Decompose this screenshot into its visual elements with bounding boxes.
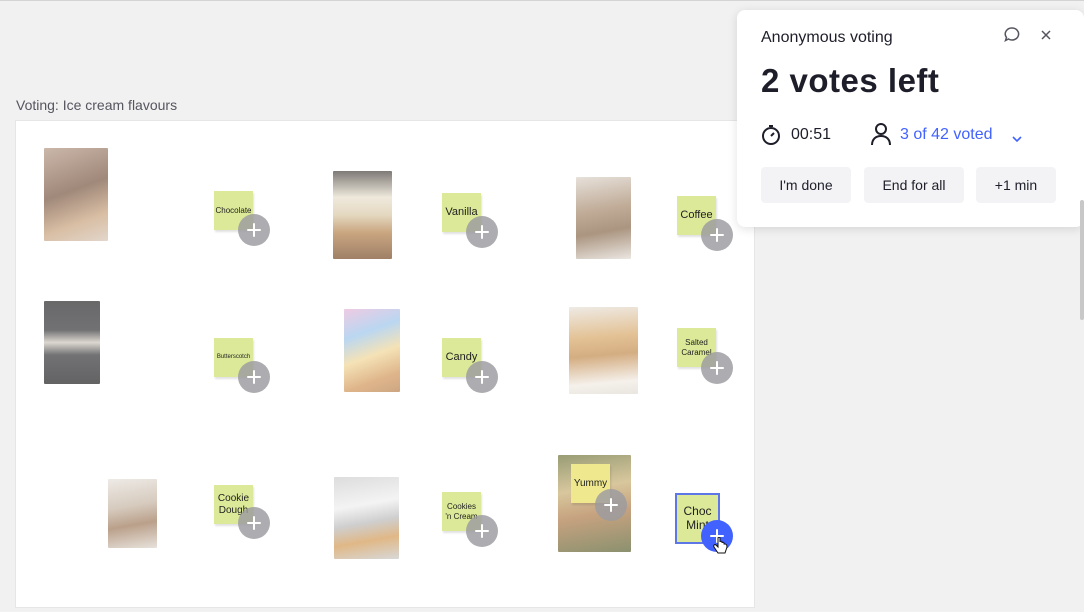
photo-chocolate-cone [44, 148, 108, 241]
user-icon [870, 122, 892, 151]
sticky-label: Chocolate [215, 205, 252, 215]
vote-add-button[interactable] [466, 361, 498, 393]
end-for-all-button[interactable]: End for all [864, 167, 964, 203]
vote-add-button[interactable] [238, 214, 270, 246]
photo-dark-cone [44, 301, 100, 384]
comment-icon[interactable] [1003, 26, 1021, 49]
frame-title[interactable]: Voting: Ice cream flavours [16, 97, 177, 113]
chevron-down-icon[interactable] [1012, 130, 1022, 148]
vote-add-button[interactable] [701, 352, 733, 384]
timer: 00:51 [791, 126, 832, 143]
panel-title: Anonymous voting [761, 29, 893, 46]
sticky-label: Butterscotch [216, 354, 251, 361]
sticky-label: Coffee [680, 209, 713, 222]
timer-icon [761, 124, 781, 151]
photo-cookie-dough-cone [108, 479, 157, 548]
voting-panel: Anonymous voting 2 votes left 00:51 3 of… [737, 10, 1084, 227]
top-divider [0, 0, 1084, 1]
photo-candy-cone [344, 309, 400, 392]
photo-coffee-cone [576, 177, 631, 259]
im-done-button[interactable]: I'm done [761, 167, 851, 203]
vote-add-button[interactable] [466, 216, 498, 248]
vote-add-button[interactable] [701, 219, 733, 251]
voted-count[interactable]: 3 of 42 voted [900, 126, 993, 144]
plus-one-min-button[interactable]: +1 min [976, 167, 1056, 203]
vote-add-button[interactable] [466, 515, 498, 547]
voting-frame[interactable]: Chocolate Vanilla Coffee Butterscotch Ca… [16, 121, 754, 607]
close-icon[interactable] [1039, 28, 1053, 47]
votes-left: 2 votes left [761, 62, 940, 99]
sticky-label: Candy [445, 351, 478, 364]
vote-add-button[interactable] [238, 507, 270, 539]
scrollbar[interactable] [1080, 200, 1084, 320]
hand-cursor-icon [713, 536, 729, 562]
sticky-label: Vanilla [445, 206, 478, 219]
vote-add-button[interactable] [595, 489, 627, 521]
photo-caramel-cones [569, 307, 638, 394]
sticky-label: Yummy [573, 477, 608, 489]
photo-vanilla-cone [333, 171, 392, 259]
photo-cookies-cream-cone [334, 477, 399, 559]
vote-add-button[interactable] [238, 361, 270, 393]
